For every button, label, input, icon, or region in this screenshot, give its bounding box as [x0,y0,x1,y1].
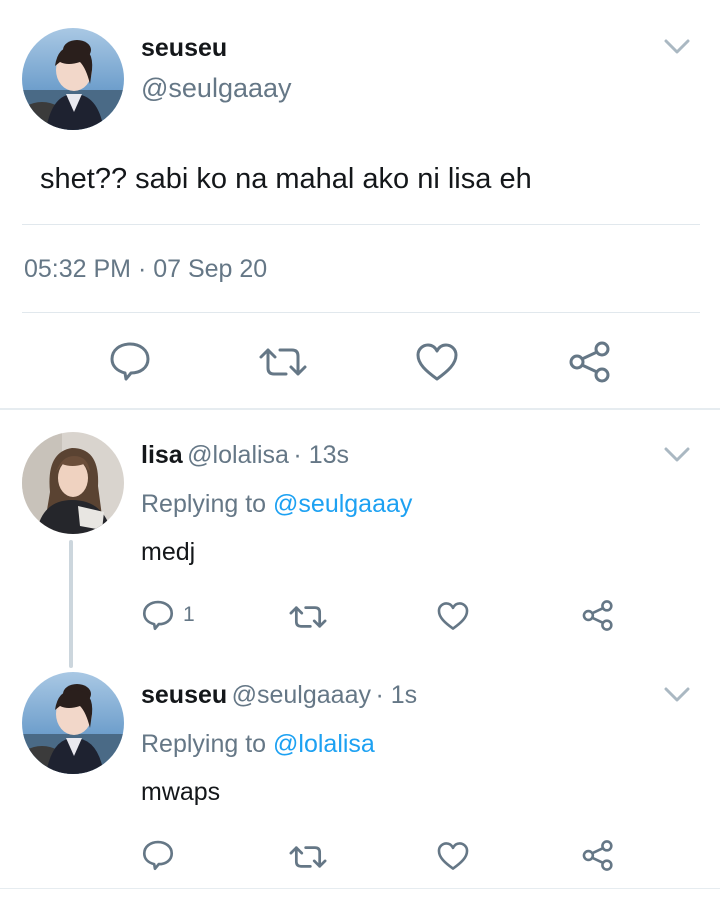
share-button[interactable] [567,340,613,384]
mention-link[interactable]: @seulgaaay [273,490,412,518]
replying-to: Replying to @lolalisa [141,730,375,759]
divider [22,312,700,313]
divider [0,888,720,889]
replying-to-label: Replying to [141,490,267,518]
mention-link[interactable]: @lolalisa [273,730,375,758]
author-handle[interactable]: @seulgaaay [232,681,371,709]
like-icon [436,600,470,632]
share-icon [581,839,615,872]
divider [22,224,700,225]
retweet-button[interactable] [288,843,328,871]
reply-header: lisa @lolalisa · 13s [141,441,349,470]
share-button[interactable] [581,839,615,872]
replying-to-label: Replying to [141,730,267,758]
reply-icon [141,839,175,871]
reply-icon [108,340,152,382]
share-icon [567,340,613,384]
like-button[interactable] [436,840,470,872]
retweet-icon [288,843,328,871]
author-name[interactable]: seuseu [141,34,227,63]
avatar[interactable] [22,672,124,774]
retweet-icon [288,603,328,631]
chevron-down-icon[interactable] [664,446,690,469]
reply-header: seuseu @seulgaaay · 1s [141,681,417,710]
author-handle[interactable]: @seulgaaay [141,73,292,104]
like-button[interactable] [414,341,460,383]
retweet-button[interactable] [258,344,308,380]
tweet-text: mwaps [141,778,221,806]
reply-button[interactable] [141,839,175,871]
reply-button[interactable]: 1 [141,599,195,631]
like-icon [414,341,460,383]
reply-time: · 1s [375,681,418,709]
avatar[interactable] [22,28,124,130]
author-name[interactable]: seuseu [141,681,227,709]
chevron-down-icon[interactable] [664,38,690,61]
retweet-button[interactable] [288,603,328,631]
replying-to: Replying to @seulgaaay [141,490,412,519]
section-divider [0,408,720,410]
tweet-text: shet?? sabi ko na mahal ako ni lisa eh [40,163,532,195]
reply-time: · 13s [293,441,350,469]
retweet-icon [258,344,308,380]
share-button[interactable] [581,599,615,632]
chevron-down-icon[interactable] [664,686,690,709]
reply-button[interactable] [108,340,152,382]
reply-icon [141,599,175,631]
author-name[interactable]: lisa [141,441,183,469]
tweet-text: medj [141,538,196,566]
reply-count: 1 [183,603,195,626]
avatar[interactable] [22,432,124,534]
share-icon [581,599,615,632]
like-icon [436,840,470,872]
tweet-timestamp[interactable]: 05:32 PM · 07 Sep 20 [24,255,267,284]
like-button[interactable] [436,600,470,632]
author-handle[interactable]: @lolalisa [187,441,289,469]
thread-line [69,540,73,668]
